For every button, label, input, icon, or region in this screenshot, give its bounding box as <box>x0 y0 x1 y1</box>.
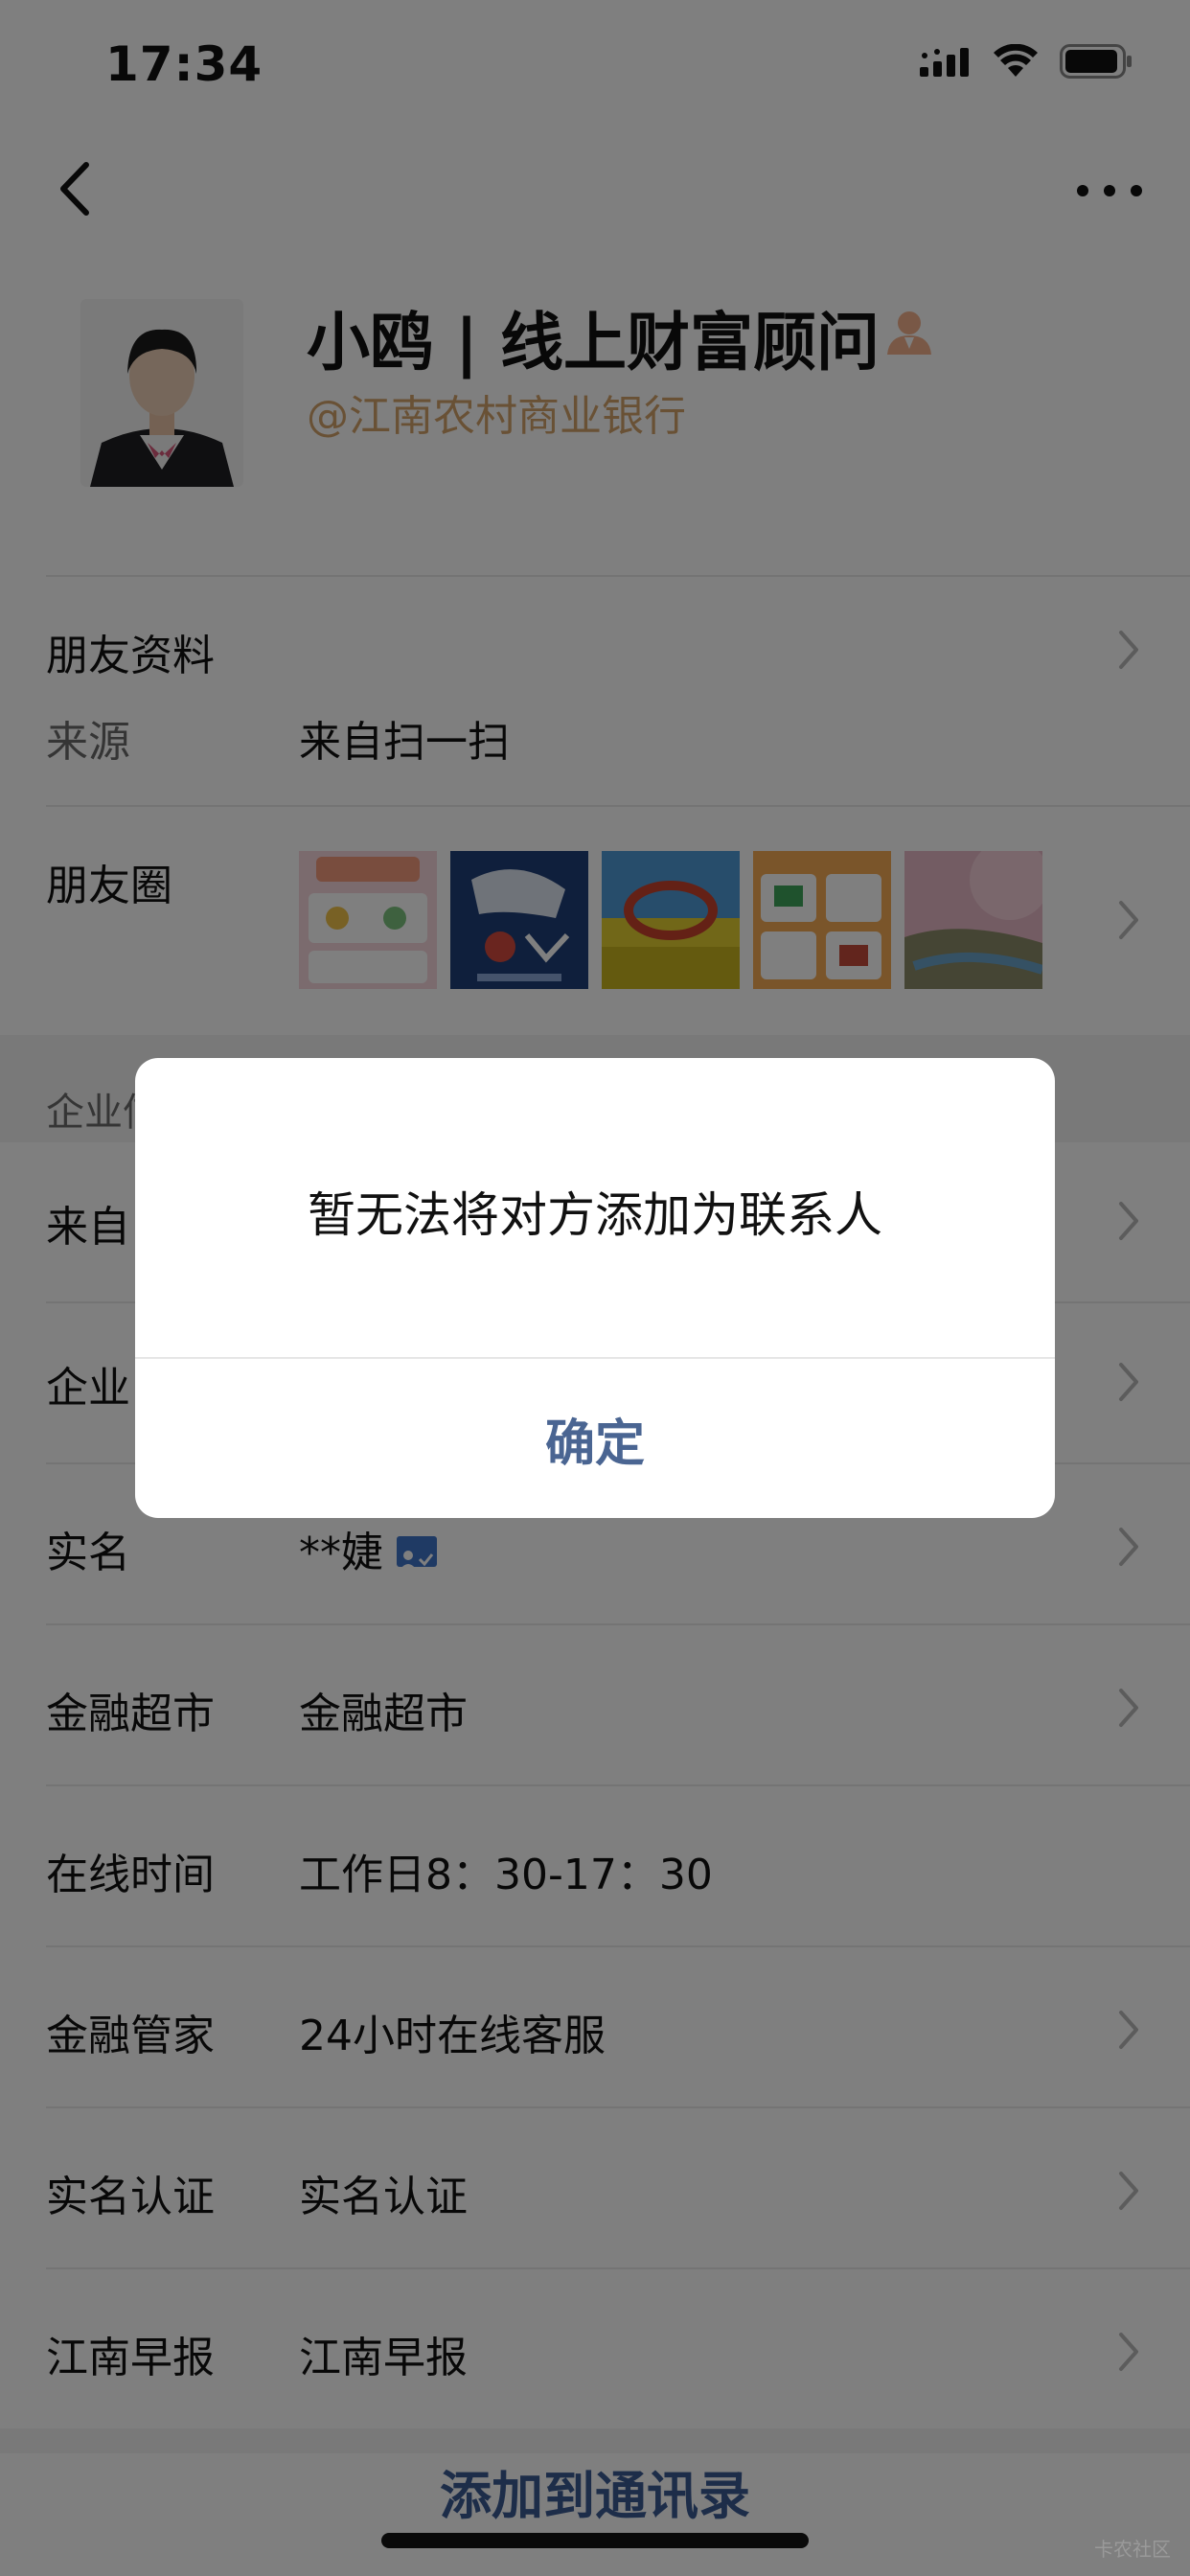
home-indicator[interactable] <box>381 2533 809 2548</box>
dialog-message: 暂无法将对方添加为联系人 <box>308 1187 882 1243</box>
watermark: 卡农社区 <box>1094 2538 1171 2561</box>
confirm-button[interactable]: 确定 <box>135 1359 1055 1518</box>
alert-dialog: 暂无法将对方添加为联系人 确定 <box>135 1058 1055 1518</box>
